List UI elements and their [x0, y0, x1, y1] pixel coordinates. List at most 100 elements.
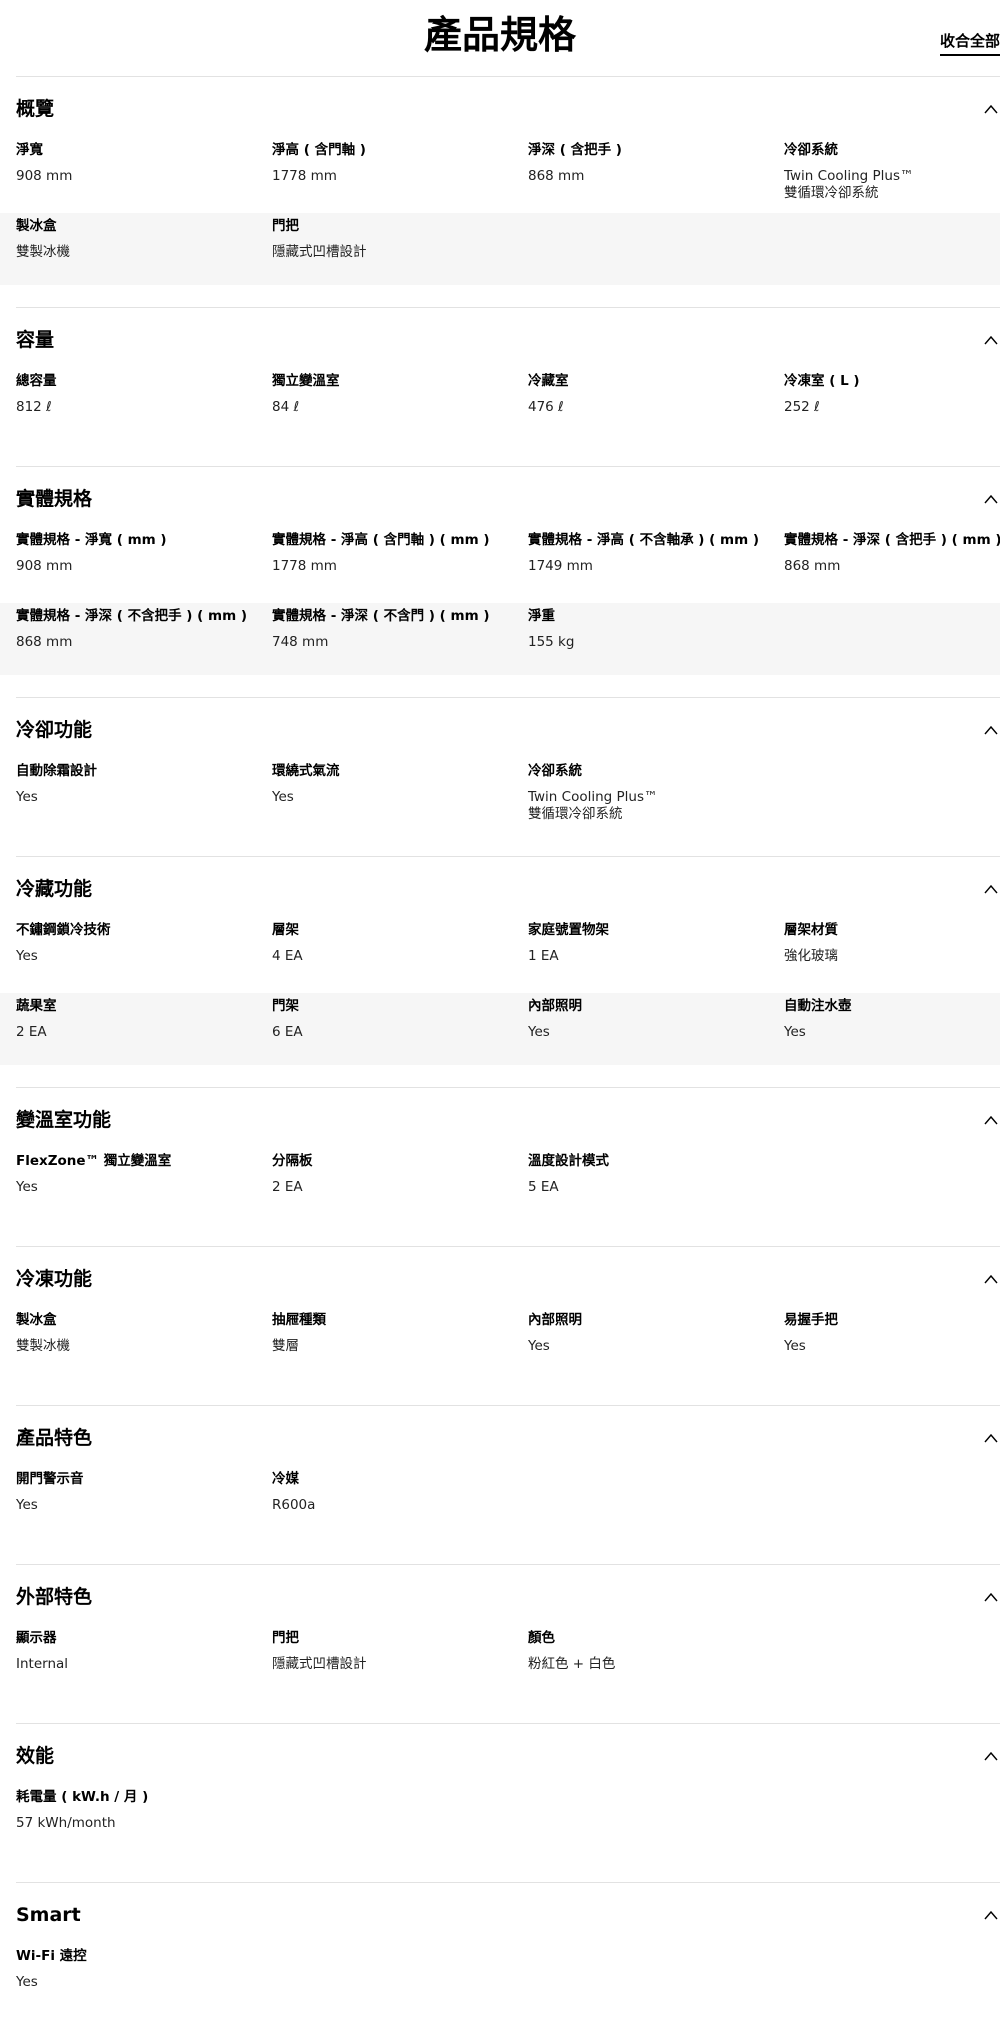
spec-label: 實體規格 - 淨深 ( 含把手 ) ( mm ) — [784, 532, 1000, 548]
spec-value: 84 ℓ — [272, 399, 528, 416]
spec-item: 實體規格 - 淨高 ( 不含軸承 ) ( mm ) 1749 mm — [528, 531, 784, 603]
spec-rows: 開門警示音 Yes 冷媒 R600a — [0, 1470, 1000, 1564]
spec-rows: 總容量 812 ℓ 獨立變溫室 84 ℓ 冷藏室 476 ℓ 冷凍室 ( L ) 252 ℓ — [0, 372, 1000, 466]
spec-value-line: 雙循環冷卻系統 — [528, 806, 623, 822]
spec-item: 環繞式氣流 Yes — [272, 762, 528, 834]
section-header[interactable]: 外部特色 — [16, 1565, 1000, 1629]
spec-label: 顏色 — [528, 1630, 555, 1646]
spec-value: 1749 mm — [528, 558, 784, 575]
chevron-up-icon[interactable] — [984, 724, 998, 738]
spec-value: 隱藏式凹槽設計 — [272, 1656, 528, 1673]
section-title: 冷藏功能 — [16, 878, 93, 900]
spec-row: 實體規格 - 淨寬 ( mm ) 908 mm 實體規格 - 淨高 ( 含門軸 ) … — [0, 531, 1000, 603]
chevron-up-icon[interactable] — [984, 1909, 998, 1923]
spec-label: 內部照明 — [528, 1312, 582, 1328]
spec-item: 顏色 粉紅色 + 白色 — [528, 1629, 784, 1701]
spec-label: 開門警示音 — [16, 1471, 84, 1487]
spec-value: Yes — [16, 1974, 272, 1991]
chevron-up-icon[interactable] — [984, 103, 998, 117]
spec-row: 蔬果室 2 EA 門架 6 EA 內部照明 Yes 自動注水壺 Yes — [0, 993, 1000, 1065]
spec-value-line: Yes — [784, 1338, 806, 1354]
spec-item: 淨深 ( 含把手 ) 868 mm — [528, 141, 784, 213]
section-header[interactable]: 實體規格 — [16, 467, 1000, 531]
section-header[interactable]: 效能 — [16, 1724, 1000, 1788]
spec-value-line: Twin Cooling Plus™ — [528, 789, 658, 805]
spec-value: 1778 mm — [272, 558, 528, 575]
section-title: 外部特色 — [16, 1586, 93, 1608]
spec-label: 實體規格 - 淨高 ( 含門軸 ) ( mm ) — [272, 532, 490, 548]
spec-label: 顯示器 — [16, 1630, 57, 1646]
spec-row: 顯示器 Internal 門把 隱藏式凹槽設計 顏色 粉紅色 + 白色 — [0, 1629, 1000, 1701]
chevron-up-icon[interactable] — [984, 883, 998, 897]
chevron-up-icon[interactable] — [984, 1114, 998, 1128]
spec-label: 自動注水壺 — [784, 998, 852, 1014]
spec-value-line: 隱藏式凹槽設計 — [272, 244, 367, 260]
spec-value: Yes — [272, 789, 528, 806]
spec-value-line: Twin Cooling Plus™ — [784, 168, 914, 184]
spec-page: 產品規格 收合全部 概覽 淨寬 908 mm 淨高 ( 含門軸 ) 1778 mm 淨深 … — [0, 0, 1000, 1990]
spec-item: 實體規格 - 淨寬 ( mm ) 908 mm — [16, 531, 272, 603]
section-title: 容量 — [16, 329, 55, 351]
spec-value: 868 mm — [528, 168, 784, 185]
spec-section: 冷卻功能 自動除霜設計 Yes 環繞式氣流 Yes 冷卻系統 Twin Cooling Pl… — [16, 697, 1000, 856]
section-header[interactable]: 冷藏功能 — [16, 857, 1000, 921]
spec-item: 內部照明 Yes — [528, 993, 784, 1065]
chevron-up-icon[interactable] — [984, 334, 998, 348]
spec-row: 製冰盒 雙製冰機 門把 隱藏式凹槽設計 — [0, 213, 1000, 285]
section-title: 產品特色 — [16, 1427, 93, 1449]
spec-value: Yes — [784, 1338, 1000, 1355]
spec-label: 門架 — [272, 998, 299, 1014]
section-header[interactable]: 容量 — [16, 308, 1000, 372]
spec-item: 家庭號置物架 1 EA — [528, 921, 784, 993]
spec-section: 實體規格 實體規格 - 淨寬 ( mm ) 908 mm 實體規格 - 淨高 ( 含門… — [0, 466, 1000, 697]
spec-row: 總容量 812 ℓ 獨立變溫室 84 ℓ 冷藏室 476 ℓ 冷凍室 ( L ) 252 ℓ — [0, 372, 1000, 444]
chevron-up-icon[interactable] — [984, 1750, 998, 1764]
chevron-up-icon[interactable] — [984, 1273, 998, 1287]
spec-value: 4 EA — [272, 948, 528, 965]
section-header[interactable]: Smart — [16, 1883, 1000, 1947]
spec-value-line: Yes — [784, 1024, 806, 1040]
section-header[interactable]: 變溫室功能 — [16, 1088, 1000, 1152]
spec-value-line: 隱藏式凹槽設計 — [272, 1656, 367, 1672]
spec-label: Wi-Fi 遠控 — [16, 1948, 87, 1964]
section-title: 概覽 — [16, 98, 55, 120]
spec-row: 耗電量 ( kW.h / 月 ) 57 kWh/month — [0, 1788, 1000, 1860]
spec-item: 自動除霜設計 Yes — [16, 762, 272, 834]
section-title: 效能 — [16, 1745, 55, 1767]
spec-item: 易握手把 Yes — [784, 1311, 1000, 1383]
spec-value-line: Yes — [16, 789, 38, 805]
section-title: 變溫室功能 — [16, 1109, 112, 1131]
spec-label: 冷卻系統 — [784, 142, 838, 158]
spec-value: 812 ℓ — [16, 399, 272, 416]
spec-item: 內部照明 Yes — [528, 1311, 784, 1383]
spec-label: 總容量 — [16, 373, 57, 389]
spec-label: 抽屜種類 — [272, 1312, 326, 1328]
spec-item: 門把 隱藏式凹槽設計 — [272, 1629, 528, 1701]
spec-item: 門把 隱藏式凹槽設計 — [272, 213, 528, 285]
spec-label: 冷凍室 ( L ) — [784, 373, 860, 389]
spec-value-line: 雙循環冷卻系統 — [784, 185, 879, 201]
section-header[interactable]: 概覽 — [16, 77, 1000, 141]
spec-label: 淨高 ( 含門軸 ) — [272, 142, 366, 158]
spec-label: 實體規格 - 淨深 ( 不含把手 ) ( mm ) — [16, 608, 248, 624]
spec-item: 總容量 812 ℓ — [16, 372, 272, 444]
spec-rows: 製冰盒 雙製冰機 抽屜種類 雙層 內部照明 Yes 易握手把 Yes — [0, 1311, 1000, 1405]
spec-value-line: 雙製冰機 — [16, 1338, 70, 1354]
spec-value: Internal — [16, 1656, 272, 1673]
spec-value: 908 mm — [16, 168, 272, 185]
spec-label: 溫度設計模式 — [528, 1153, 609, 1169]
spec-label: 門把 — [272, 1630, 299, 1646]
spec-label: 製冰盒 — [16, 1312, 57, 1328]
chevron-up-icon[interactable] — [984, 1432, 998, 1446]
chevron-up-icon[interactable] — [984, 493, 998, 507]
section-header[interactable]: 產品特色 — [16, 1406, 1000, 1470]
section-header[interactable]: 冷卻功能 — [16, 698, 1000, 762]
spec-value-line: 2 EA — [272, 1179, 303, 1195]
spec-sections: 概覽 淨寬 908 mm 淨高 ( 含門軸 ) 1778 mm 淨深 ( 含把手 ) 868… — [0, 76, 1000, 2041]
chevron-up-icon[interactable] — [984, 1591, 998, 1605]
spec-label: 實體規格 - 淨寬 ( mm ) — [16, 532, 167, 548]
spec-value: Yes — [16, 1497, 272, 1514]
spec-rows: 顯示器 Internal 門把 隱藏式凹槽設計 顏色 粉紅色 + 白色 — [0, 1629, 1000, 1723]
section-header[interactable]: 冷凍功能 — [16, 1247, 1000, 1311]
collapse-all-button[interactable]: 收合全部 — [939, 30, 1000, 56]
